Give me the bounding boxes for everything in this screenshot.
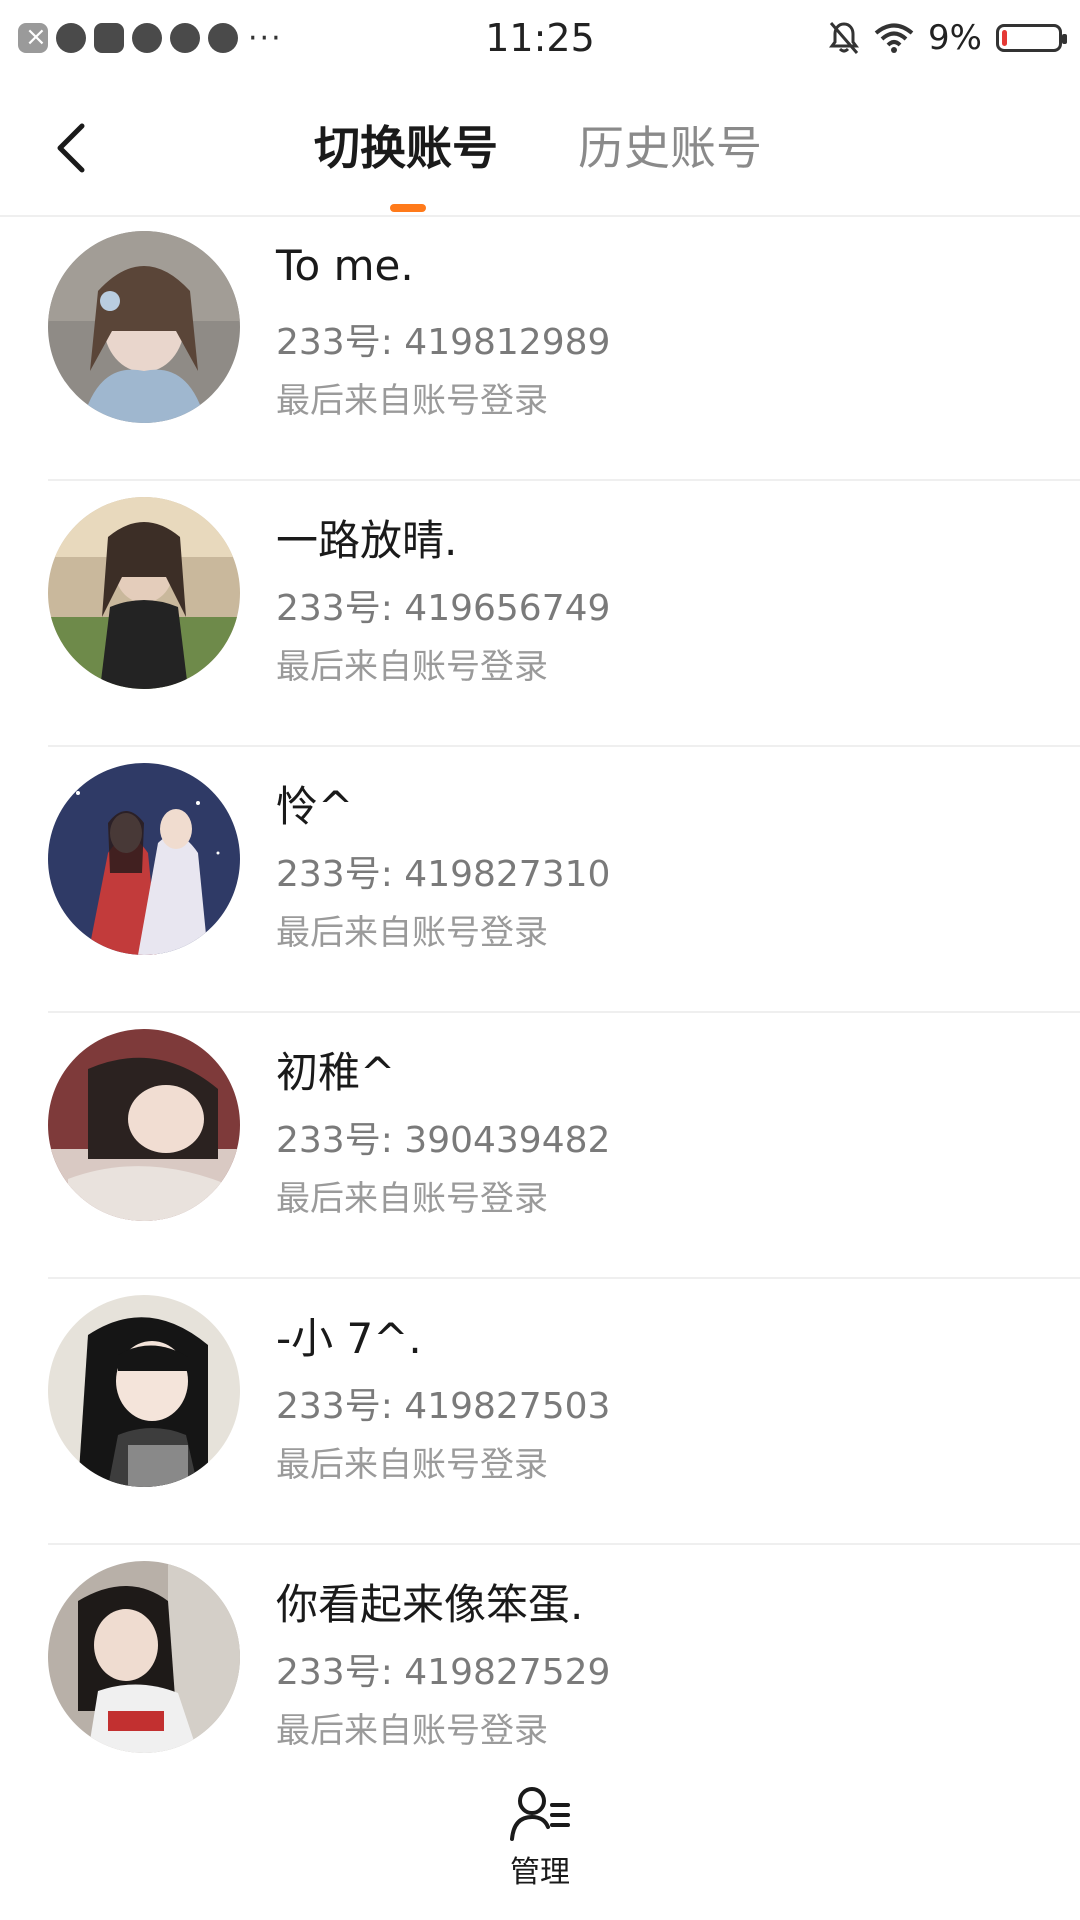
active-tab-indicator [390,204,426,212]
avatar [48,1029,240,1221]
account-row[interactable]: 你看起来像笨蛋. 233号: 419827529 最后来自账号登录 [0,1545,1080,1811]
account-id: 233号: 419827310 [276,854,611,895]
manage-button[interactable]: 管理 [490,1785,590,1895]
avatar [48,231,240,423]
manage-label: 管理 [510,1855,570,1890]
account-id: 233号: 419827503 [276,1386,611,1427]
account-list: To me. 233号: 419812989 最后来自账号登录 一路放晴. 23… [0,215,1080,1811]
account-id: 233号: 390439482 [276,1120,611,1161]
account-id: 233号: 419827529 [276,1652,611,1693]
chevron-left-icon [57,123,85,173]
avatar [48,1561,240,1753]
login-source: 最后来自账号登录 [276,913,548,953]
battery-level [1002,30,1007,46]
back-button[interactable] [40,118,100,178]
account-name: 初稚^ [276,1048,396,1097]
avatar [48,1295,240,1487]
login-source: 最后来自账号登录 [276,647,548,687]
account-name: 怜^ [276,782,354,831]
login-source: 最后来自账号登录 [276,381,548,421]
account-id: 233号: 419656749 [276,588,611,629]
account-row[interactable]: -小 7^. 233号: 419827503 最后来自账号登录 [0,1279,1080,1545]
status-bar: ··· 11:25 9% [0,0,1080,76]
nav-bar: 切换账号 历史账号 [0,90,1080,217]
battery-icon [996,24,1067,52]
user-list-icon [510,1787,570,1841]
account-row[interactable]: To me. 233号: 419812989 最后来自账号登录 [0,215,1080,481]
tab-switch-account[interactable]: 切换账号 [314,118,498,178]
avatar [48,763,240,955]
login-source: 最后来自账号登录 [276,1711,548,1751]
tab-history-account[interactable]: 历史账号 [578,118,762,178]
login-source: 最后来自账号登录 [276,1445,548,1485]
account-name: 一路放晴. [276,516,458,565]
account-row[interactable]: 怜^ 233号: 419827310 最后来自账号登录 [0,747,1080,1013]
account-id: 233号: 419812989 [276,322,611,363]
login-source: 最后来自账号登录 [276,1179,548,1219]
account-name: -小 7^. [276,1314,422,1363]
clock: 11:25 [485,16,595,60]
avatar [48,497,240,689]
account-name: 你看起来像笨蛋. [276,1580,584,1629]
account-row[interactable]: 一路放晴. 233号: 419656749 最后来自账号登录 [0,481,1080,747]
account-row[interactable]: 初稚^ 233号: 390439482 最后来自账号登录 [0,1013,1080,1279]
account-name: To me. [276,241,414,290]
